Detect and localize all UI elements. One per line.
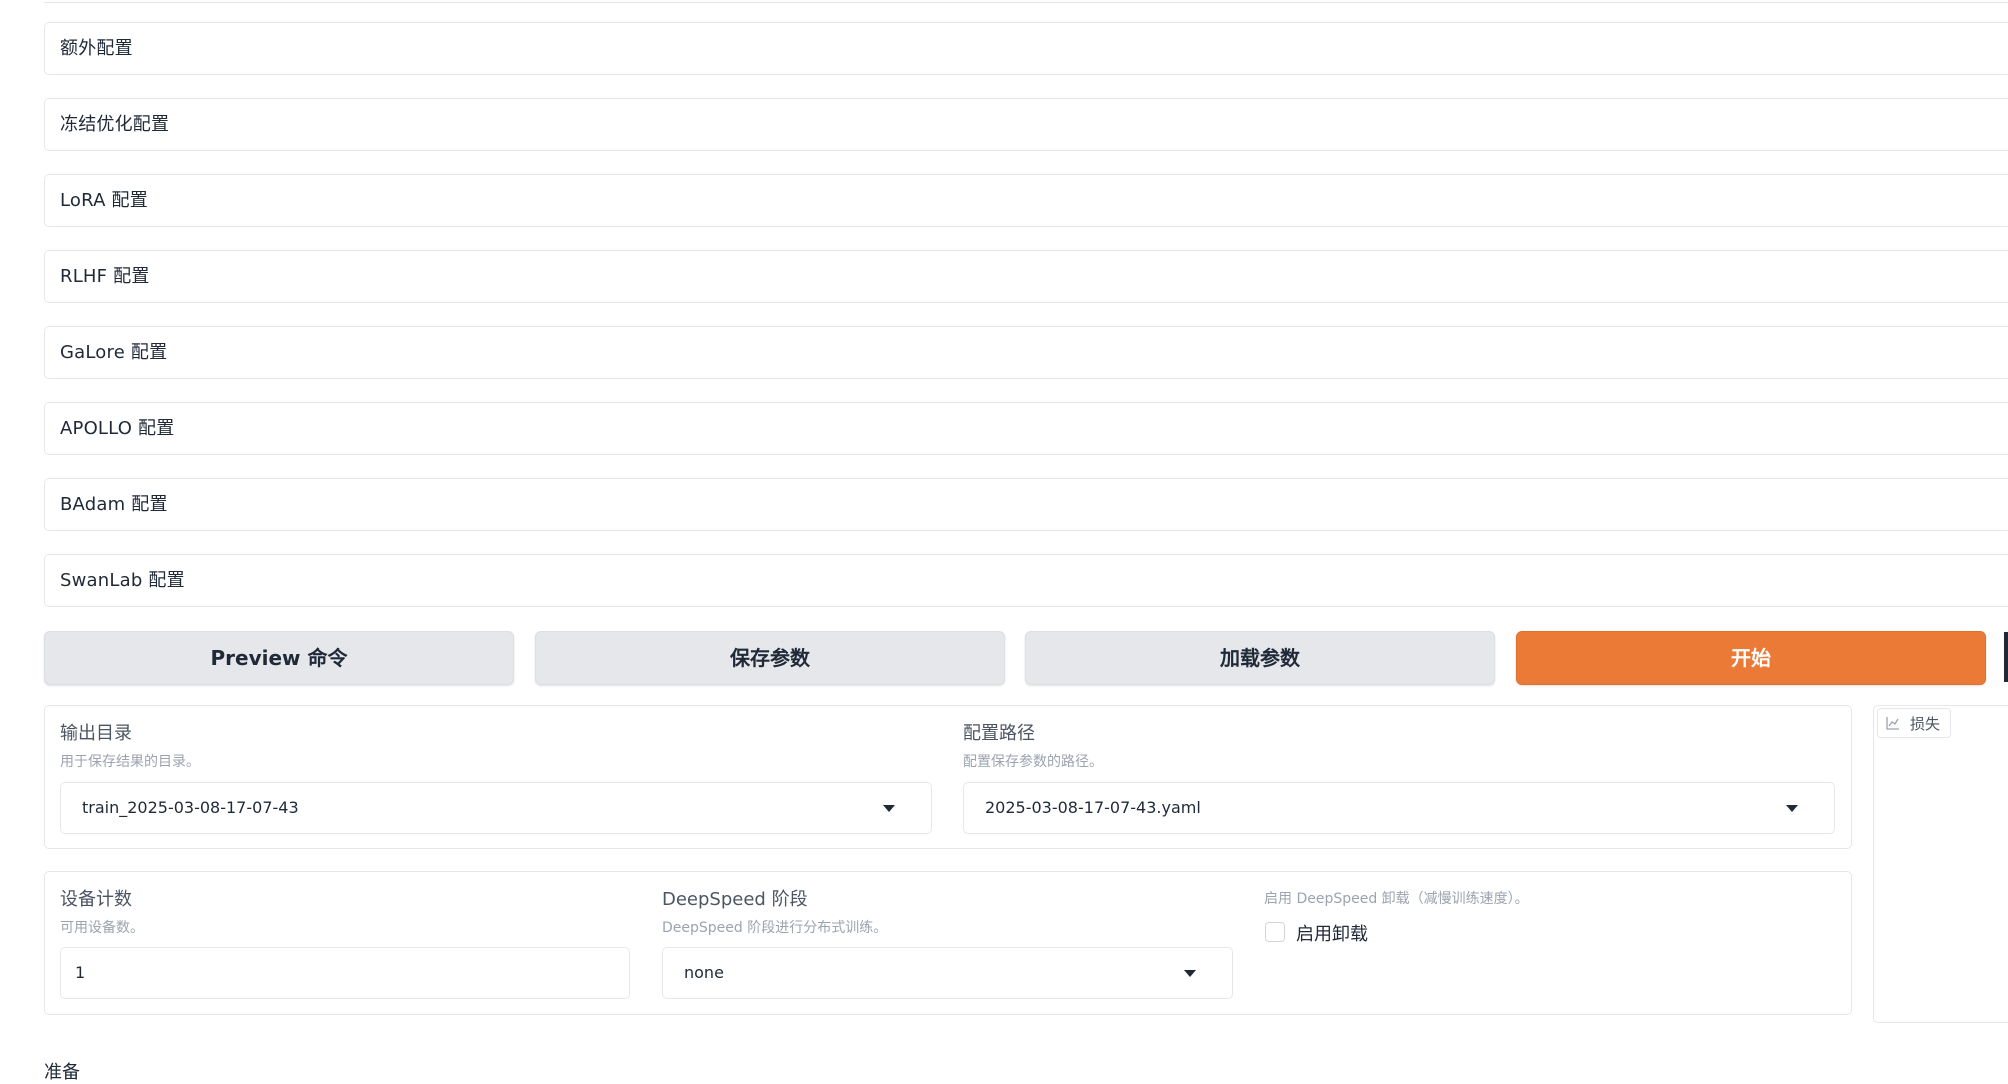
deepspeed-stage-dropdown[interactable]: none <box>662 947 1233 999</box>
enable-offload-checkbox[interactable] <box>1265 922 1285 942</box>
load-args-button[interactable]: 加载参数 <box>1025 631 1495 685</box>
accordion-extra-config[interactable]: 额外配置 <box>44 22 2008 75</box>
device-count-label: 设备计数 <box>60 889 132 910</box>
accordion-apollo-config[interactable]: APOLLO 配置 <box>44 402 2008 455</box>
accordion-lora-config[interactable]: LoRA 配置 <box>44 174 2008 227</box>
loss-plot-label: 损失 <box>1910 714 1941 733</box>
chevron-down-icon <box>1184 970 1196 977</box>
accordion-label: BAdam 配置 <box>60 494 168 515</box>
deepspeed-offload-info: 启用 DeepSpeed 卸载（减慢训练速度）。 <box>1264 891 1529 907</box>
output-dir-dropdown[interactable]: train_2025-03-08-17-07-43 <box>60 782 932 834</box>
accordion-label: 额外配置 <box>60 38 133 59</box>
config-path-label: 配置路径 <box>963 723 1035 744</box>
loss-plot-panel <box>1873 705 2008 1023</box>
accordion-label: RLHF 配置 <box>60 266 150 287</box>
chevron-down-icon <box>1786 805 1798 812</box>
deepspeed-stage-info: DeepSpeed 阶段进行分布式训练。 <box>662 920 888 936</box>
enable-offload-label: 启用卸载 <box>1296 924 1368 945</box>
accordion-label: 冻结优化配置 <box>60 114 170 135</box>
accordion-label: SwanLab 配置 <box>60 570 185 591</box>
device-count-input[interactable]: 1 <box>60 947 630 999</box>
config-path-dropdown[interactable]: 2025-03-08-17-07-43.yaml <box>963 782 1835 834</box>
output-dir-value: train_2025-03-08-17-07-43 <box>82 798 299 817</box>
accordion-badam-config[interactable]: BAdam 配置 <box>44 478 2008 531</box>
start-button[interactable]: 开始 <box>1516 631 1986 685</box>
accordion-galore-config[interactable]: GaLore 配置 <box>44 326 2008 379</box>
config-path-value: 2025-03-08-17-07-43.yaml <box>985 798 1201 817</box>
save-args-button[interactable]: 保存参数 <box>535 631 1005 685</box>
stop-button-edge[interactable] <box>2004 632 2008 682</box>
accordion-label: LoRA 配置 <box>60 190 148 211</box>
preview-command-button[interactable]: Preview 命令 <box>44 631 514 685</box>
accordion-swanlab-config[interactable]: SwanLab 配置 <box>44 554 2008 607</box>
top-divider <box>44 0 2008 3</box>
accordion-freeze-config[interactable]: 冻结优化配置 <box>44 98 2008 151</box>
deepspeed-stage-label: DeepSpeed 阶段 <box>662 889 808 910</box>
status-text: 准备 <box>44 1062 80 1083</box>
accordion-label: GaLore 配置 <box>60 342 168 363</box>
device-count-value: 1 <box>75 963 86 982</box>
accordion-label: APOLLO 配置 <box>60 418 175 439</box>
chevron-down-icon <box>883 805 895 812</box>
output-dir-info: 用于保存结果的目录。 <box>60 754 200 770</box>
config-path-info: 配置保存参数的路径。 <box>963 754 1103 770</box>
deepspeed-stage-value: none <box>684 963 724 982</box>
chart-icon <box>1886 717 1899 730</box>
loss-plot-tag: 损失 <box>1877 708 1952 738</box>
output-dir-label: 输出目录 <box>60 723 132 744</box>
accordion-rlhf-config[interactable]: RLHF 配置 <box>44 250 2008 303</box>
device-count-info: 可用设备数。 <box>60 920 144 936</box>
